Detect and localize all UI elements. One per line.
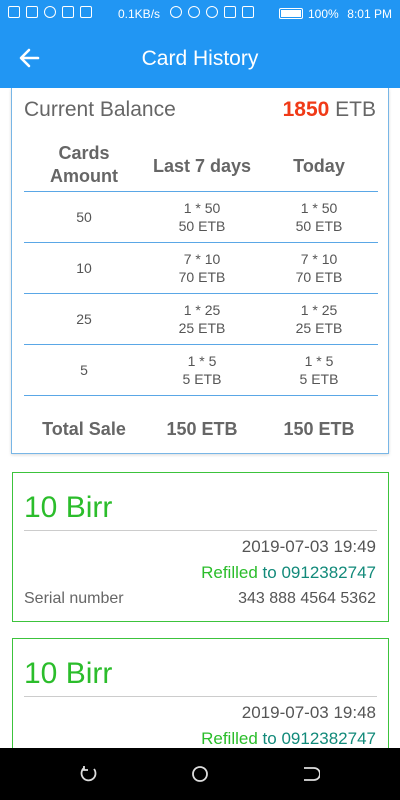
transaction-amount: 10 Birr [24, 657, 113, 690]
row-card-amount: 50 [76, 209, 92, 225]
row-today: 1 * 25 25 ETB [260, 301, 378, 337]
row-today-count: 7 * 10 [300, 251, 338, 267]
header-today: Today [293, 156, 345, 176]
row-last7-total: 5 ETB [182, 371, 222, 387]
row-card-amount: 25 [76, 311, 92, 327]
row-last7-total: 70 ETB [178, 269, 226, 285]
to-label: to [262, 563, 277, 582]
alarm-icon [188, 6, 200, 18]
row-today-total: 5 ETB [299, 371, 339, 387]
refill-status: Refilled to 0912382747 [201, 729, 376, 748]
row-last7: 1 * 5 5 ETB [144, 352, 260, 388]
transaction-card[interactable]: 10 Birr 2019-07-03 19:49 Refilled to 091… [12, 472, 389, 622]
battery-percent: 100% [308, 7, 339, 21]
table-row: 5 1 * 5 5 ETB 1 * 5 5 ETB [24, 345, 378, 396]
row-today: 7 * 10 70 ETB [260, 250, 378, 286]
system-navigation-bar [0, 748, 400, 800]
row-today-total: 25 ETB [295, 320, 343, 336]
back-nav-icon [80, 766, 97, 782]
row-today-count: 1 * 50 [300, 200, 338, 216]
transaction-datetime: 2019-07-03 19:49 [241, 537, 376, 556]
total-sale-today: 150 ETB [283, 419, 355, 439]
total-sale-last7: 150 ETB [166, 419, 238, 439]
recents-nav-button[interactable] [300, 764, 321, 784]
header-cards-amount: Cards Amount [50, 143, 118, 186]
row-today-total: 50 ETB [295, 218, 343, 234]
phone-number: 0912382747 [281, 729, 376, 748]
notification-icons [8, 6, 92, 18]
row-today: 1 * 5 5 ETB [260, 352, 378, 388]
page-title: Card History [141, 47, 259, 70]
row-today-total: 70 ETB [295, 269, 343, 285]
table-row: 10 7 * 10 70 ETB 7 * 10 70 ETB [24, 243, 378, 294]
row-card-amount: 5 [80, 362, 88, 378]
battery-icon [279, 8, 303, 19]
content-scroll[interactable]: Current Balance 1850 ETB Cards Amount La… [0, 88, 400, 748]
transaction-card[interactable]: 10 Birr 2019-07-03 19:48 Refilled to 091… [12, 638, 389, 748]
to-label: to [262, 729, 277, 748]
row-today: 1 * 50 50 ETB [260, 199, 378, 235]
row-today-count: 1 * 25 [300, 302, 338, 318]
app-bar: Card History [0, 28, 400, 88]
signal-icon-2 [242, 6, 254, 18]
row-card-amount: 10 [76, 260, 92, 276]
serial-number-value: 343 888 4564 5362 [238, 590, 376, 607]
home-nav-button[interactable] [190, 764, 210, 784]
phone-number: 0912382747 [281, 563, 376, 582]
refilled-label: Refilled [201, 729, 258, 748]
shield-icon [62, 6, 74, 18]
refilled-label: Refilled [201, 563, 258, 582]
refill-status: Refilled to 0912382747 [201, 563, 376, 583]
row-last7-count: 1 * 5 [187, 353, 217, 369]
header-last-7-days: Last 7 days [152, 156, 252, 176]
row-last7-count: 7 * 10 [183, 251, 221, 267]
divider [24, 696, 377, 697]
card-summary-table: Cards Amount Last 7 days Today 50 1 * 50… [24, 142, 378, 458]
row-last7: 1 * 25 25 ETB [144, 301, 260, 337]
home-nav-icon [192, 766, 208, 782]
current-balance-label: Current Balance [24, 98, 176, 121]
balance-currency: ETB [335, 98, 376, 121]
status-bar: 0.1KB/s 100% 8:01 PM [0, 0, 400, 28]
row-last7: 1 * 50 50 ETB [144, 199, 260, 235]
signal-icon [224, 6, 236, 18]
table-header: Cards Amount Last 7 days Today [24, 142, 378, 192]
table-row: 25 1 * 25 25 ETB 1 * 25 25 ETB [24, 294, 378, 345]
row-last7-count: 1 * 25 [183, 302, 221, 318]
current-balance-row: Current Balance 1850 ETB [24, 98, 376, 124]
back-nav-button[interactable] [79, 764, 99, 784]
table-row: 50 1 * 50 50 ETB 1 * 50 50 ETB [24, 192, 378, 243]
notification-icon [8, 6, 20, 18]
lock-icon [26, 6, 38, 18]
clock: 8:01 PM [347, 7, 392, 21]
current-balance-amount: 1850 ETB [283, 98, 376, 122]
system-icons [170, 6, 254, 18]
row-last7-total: 50 ETB [178, 218, 226, 234]
row-today-count: 1 * 5 [304, 353, 334, 369]
total-sale-row: Total Sale 150 ETB 150 ETB [24, 396, 378, 458]
wifi-icon [206, 6, 218, 18]
transaction-amount: 10 Birr [24, 491, 113, 524]
check-icon [80, 6, 92, 18]
network-speed: 0.1KB/s [118, 7, 161, 21]
divider [24, 530, 377, 531]
row-last7-count: 1 * 50 [183, 200, 221, 216]
recents-nav-icon [304, 767, 321, 781]
total-sale-label: Total Sale [42, 419, 126, 439]
row-last7-total: 25 ETB [178, 320, 226, 336]
bluetooth-icon [170, 6, 182, 18]
serial-number-label: Serial number [24, 590, 124, 607]
circle-icon [44, 6, 56, 18]
balance-summary-card: Current Balance 1850 ETB Cards Amount La… [11, 88, 389, 454]
row-last7: 7 * 10 70 ETB [144, 250, 260, 286]
balance-value: 1850 [282, 98, 330, 121]
transaction-datetime: 2019-07-03 19:48 [241, 703, 376, 722]
